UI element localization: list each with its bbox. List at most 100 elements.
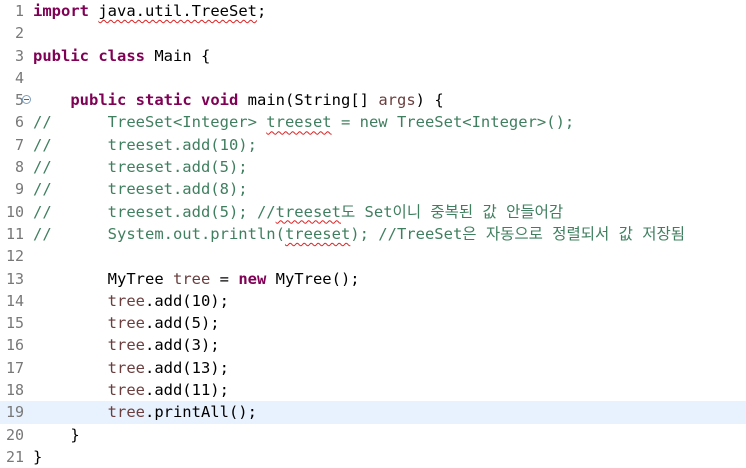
code-line[interactable]: 16 tree.add(3); — [0, 334, 746, 356]
code-line[interactable]: 10 // treeset.add(5); //treeset도 Set이니 중복… — [0, 201, 746, 223]
code-token: } — [33, 447, 43, 466]
code-line[interactable]: 4 — [0, 67, 746, 89]
comment-token: // treeset.add(5); — [33, 158, 248, 177]
line-number: 1 — [14, 2, 24, 20]
code-text: MyTree tree = new MyTree(); — [33, 268, 360, 290]
line-number: 7 — [14, 135, 24, 154]
line-number: 15 — [5, 314, 24, 333]
line-number: 4 — [14, 68, 24, 87]
code-token: MyTree — [33, 269, 173, 288]
code-text: // treeset.add(5); — [33, 156, 248, 178]
line-number: 21 — [5, 447, 24, 466]
keyword-token: import — [33, 2, 89, 20]
keyword-token: class — [98, 46, 146, 65]
comment-token: // treeset.add(8); — [33, 180, 248, 199]
code-text: // treeset.add(5); //treeset도 Set이니 중복된 … — [33, 201, 563, 223]
comment-token: treeset — [284, 224, 351, 243]
code-text: tree.add(3); — [33, 334, 220, 356]
comment-token: // TreeSet<Integer> — [33, 113, 267, 132]
code-line[interactable]: 18 tree.add(11); — [0, 379, 746, 401]
code-token: ) { — [415, 91, 444, 110]
code-line[interactable]: 21} — [0, 446, 746, 468]
code-token: .add(13); — [144, 358, 229, 377]
code-line[interactable]: 6 // TreeSet<Integer> treeset = new TreeS… — [0, 111, 746, 133]
comment-token: ); //TreeSet은 자동으로 정렬되서 값 저장됨 — [350, 224, 685, 243]
code-line[interactable]: 1 import java.util.TreeSet; — [0, 0, 746, 22]
code-token: java.util.TreeSet — [98, 2, 257, 20]
line-number: 14 — [5, 291, 24, 310]
code-token: tree — [107, 291, 145, 310]
line-number: 8 — [14, 158, 24, 177]
code-line[interactable]: 3 public class Main { — [0, 45, 746, 67]
code-text: } — [33, 424, 80, 446]
code-token: .add(10); — [144, 291, 229, 310]
code-text: tree.add(13); — [33, 357, 229, 379]
line-number: 2 — [14, 24, 24, 43]
code-text: import java.util.TreeSet; — [33, 0, 266, 22]
keyword-token: public — [70, 91, 127, 110]
line-number: 6 — [14, 113, 24, 132]
fold-collapse-icon[interactable] — [22, 95, 31, 105]
code-editor[interactable]: 1 import java.util.TreeSet; 2 3 public class… — [0, 0, 746, 466]
code-token: tree — [107, 314, 145, 333]
code-token: args — [378, 91, 416, 110]
code-token: Main { — [145, 46, 211, 65]
code-line[interactable]: 5 public static void main(String[] args)… — [0, 89, 746, 111]
code-text: public class Main { — [33, 45, 210, 67]
code-line[interactable]: 7 // treeset.add(10); — [0, 134, 746, 156]
line-number: 11 — [5, 224, 24, 243]
code-text: tree.add(5); — [33, 312, 220, 334]
code-token: main(String[] — [238, 91, 379, 110]
code-text: public static void main(String[] args) { — [33, 89, 444, 111]
code-token: .add(11); — [144, 381, 229, 400]
code-line[interactable]: 8 // treeset.add(5); — [0, 156, 746, 178]
code-token: MyTree(); — [266, 269, 360, 288]
code-token: tree — [107, 358, 145, 377]
code-line[interactable]: 12 — [0, 245, 746, 267]
code-line[interactable]: 17 tree.add(13); — [0, 357, 746, 379]
keyword-token: static — [135, 91, 192, 110]
code-text: tree.printAll(); — [33, 401, 257, 423]
code-line[interactable]: 11 // System.out.println(treeset); //Tree… — [0, 223, 746, 245]
code-text: // treeset.add(10); — [33, 134, 257, 156]
comment-token: = new TreeSet<Integer>(); — [331, 113, 575, 132]
keyword-token: void — [201, 91, 239, 110]
code-line[interactable]: 2 — [0, 22, 746, 44]
code-token: .add(5); — [144, 314, 220, 333]
code-line[interactable]: 14 tree.add(10); — [0, 290, 746, 312]
code-text: // treeset.add(8); — [33, 178, 248, 200]
code-token: = — [210, 269, 239, 288]
comment-token: // System.out.println( — [33, 224, 285, 243]
code-line[interactable]: 13 MyTree tree = new MyTree(); — [0, 268, 746, 290]
line-number: 20 — [5, 425, 24, 444]
comment-token: treeset — [275, 202, 341, 221]
line-number: 19 — [5, 403, 24, 422]
current-code-line[interactable]: 19 tree.printAll(); — [0, 401, 746, 424]
code-token: .printAll(); — [144, 403, 257, 422]
code-token: tree — [107, 403, 145, 422]
code-token: ; — [256, 2, 267, 20]
line-number: 16 — [5, 336, 24, 355]
code-line[interactable]: 9 // treeset.add(8); — [0, 178, 746, 200]
code-token: } — [33, 425, 80, 444]
line-number: 10 — [5, 202, 24, 221]
code-token: tree — [107, 336, 145, 355]
comment-token: // treeset.add(10); — [33, 135, 257, 154]
code-line[interactable]: 15 tree.add(5); — [0, 312, 746, 334]
line-number: 5 — [14, 91, 24, 110]
code-token: tree — [107, 381, 145, 400]
line-number: 13 — [5, 269, 24, 288]
line-number: 9 — [14, 180, 24, 199]
keyword-token: public — [33, 46, 89, 65]
code-line[interactable]: 20 } — [0, 424, 746, 446]
code-text: // TreeSet<Integer> treeset = new TreeSe… — [33, 111, 574, 133]
code-text: tree.add(10); — [33, 290, 229, 312]
